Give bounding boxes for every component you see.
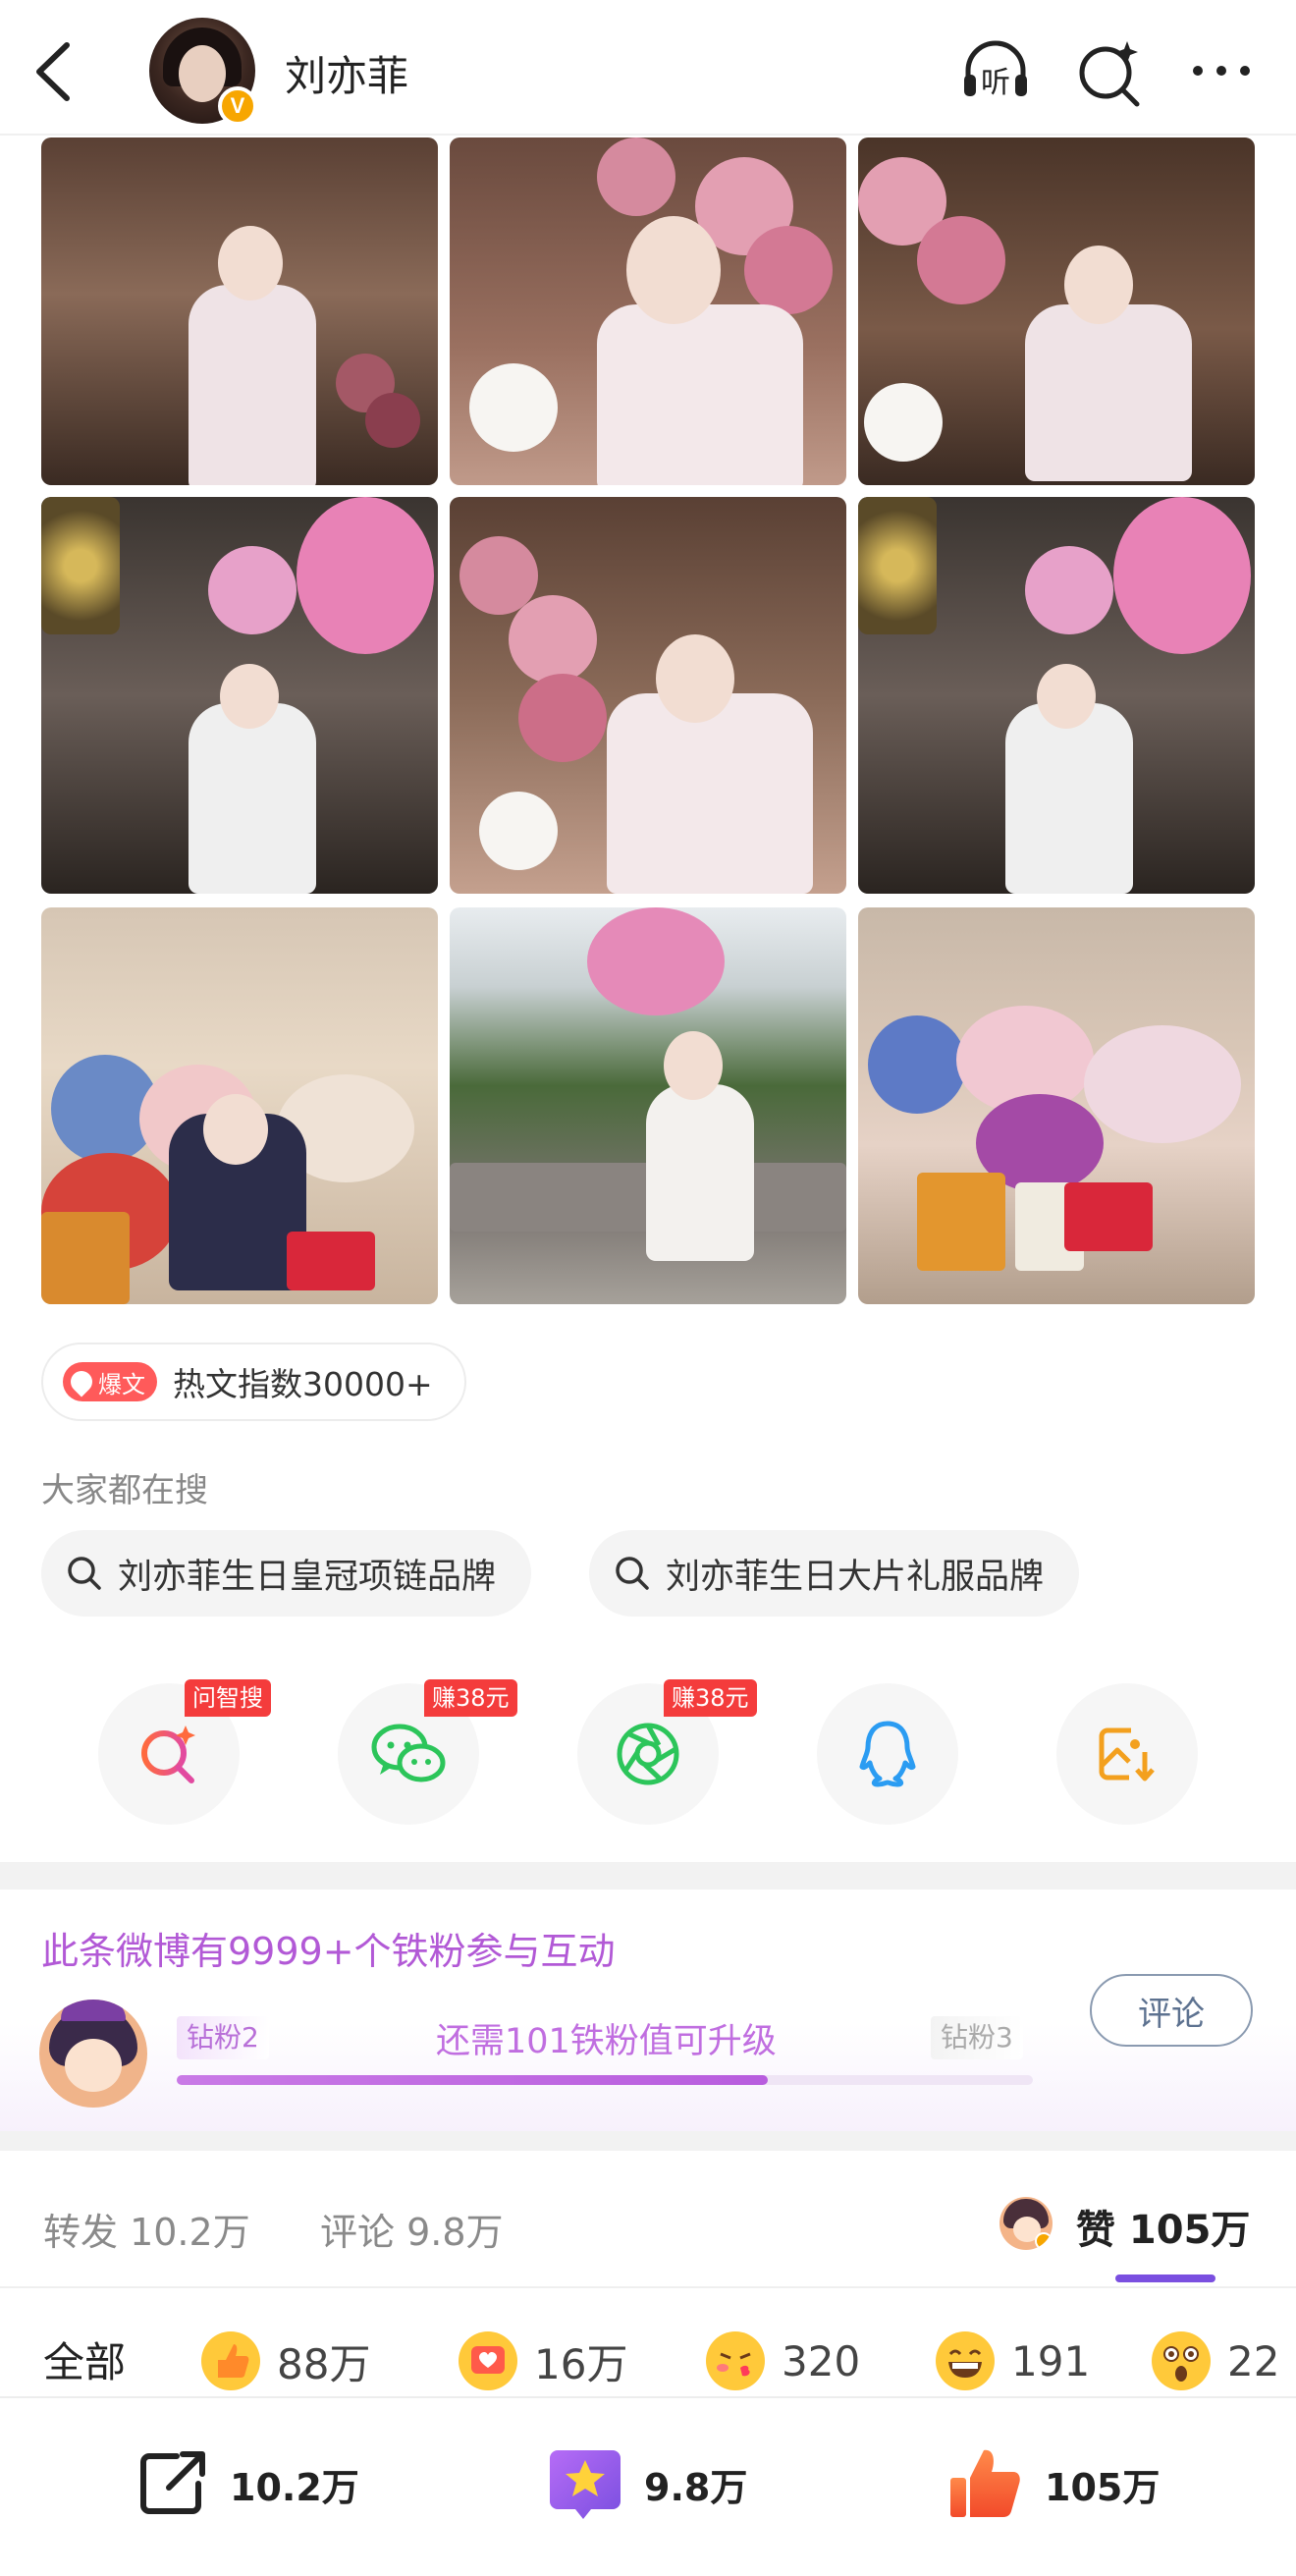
top-nav-bar: V 刘亦菲 听	[0, 0, 1296, 136]
reaction-count: 88万	[277, 2339, 371, 2388]
surprised-emoji-icon	[1152, 2331, 1211, 2390]
post-photo-7[interactable]	[41, 907, 438, 1304]
fan-level-progress	[177, 2075, 1033, 2085]
qq-icon	[859, 1721, 916, 1787]
search-icon	[616, 1557, 649, 1590]
like-tab[interactable]: 赞 105万	[1076, 2198, 1250, 2255]
reaction-kiss[interactable]: 320	[705, 2329, 860, 2392]
kiss-emoji-icon	[706, 2331, 765, 2390]
search-ai-icon	[141, 1726, 195, 1783]
comment-action-button[interactable]: 9.8万	[544, 2439, 747, 2528]
search-suggestion-1[interactable]: 刘亦菲生日皇冠项链品牌	[41, 1530, 532, 1617]
heart-emoji-icon	[459, 2331, 517, 2390]
share-tag: 赚38元	[424, 1679, 517, 1717]
post-photo-3[interactable]	[858, 137, 1255, 485]
post-photo-9[interactable]	[858, 907, 1255, 1304]
search-sparkle-icon[interactable]	[1072, 35, 1147, 110]
comment-button[interactable]: 评论	[1090, 1974, 1253, 2047]
thumbs-up-icon	[950, 2449, 1020, 2517]
search-suggestion-label: 刘亦菲生日大片礼服品牌	[666, 1557, 1045, 1597]
post-photo-6[interactable]	[858, 497, 1255, 894]
more-icon[interactable]	[1184, 35, 1259, 110]
trending-search-title: 大家都在搜	[41, 1471, 208, 1510]
share-arrow-icon	[140, 2451, 205, 2514]
fire-icon	[66, 1366, 97, 1398]
moments-icon	[617, 1723, 679, 1785]
post-photo-4[interactable]	[41, 497, 438, 894]
fan-avatar[interactable]	[39, 2000, 147, 2108]
repost-button[interactable]: 10.2万	[134, 2439, 359, 2528]
share-qq[interactable]	[817, 1683, 958, 1825]
comment-count: 9.8万	[644, 2465, 748, 2509]
save-image-icon	[1099, 1727, 1155, 1781]
comment-star-icon	[550, 2450, 621, 2519]
reaction-count: 22	[1227, 2336, 1280, 2385]
search-suggestion-label: 刘亦菲生日皇冠项链品牌	[118, 1557, 497, 1597]
grin-emoji-icon	[936, 2331, 995, 2390]
reaction-thumbs-up[interactable]: 88万	[200, 2329, 370, 2392]
wechat-icon	[371, 1724, 446, 1782]
hot-index-pill[interactable]: 爆文 热文指数30000+	[41, 1343, 466, 1421]
reaction-filter-row	[0, 2288, 1296, 2396]
hot-index-text: 热文指数30000+	[173, 1365, 433, 1403]
like-count: 105万	[1045, 2465, 1161, 2509]
post-photo-1[interactable]	[41, 137, 438, 485]
back-arrow-icon[interactable]	[29, 37, 79, 106]
post-photo-2[interactable]	[450, 137, 846, 485]
section-divider	[0, 1862, 1296, 1890]
reaction-count: 16万	[534, 2339, 628, 2388]
reaction-all[interactable]: 全部	[43, 2329, 126, 2389]
active-tab-indicator	[1115, 2275, 1215, 2282]
reaction-heart[interactable]: 16万	[458, 2329, 627, 2392]
svg-text:听: 听	[981, 66, 1010, 100]
fan-level-hint: 还需101铁粉值可升级	[436, 2022, 777, 2061]
reaction-surprised[interactable]: 22	[1151, 2329, 1279, 2392]
hot-badge: 爆文	[63, 1362, 157, 1401]
share-tag: 赚38元	[664, 1679, 757, 1717]
reaction-count: 320	[782, 2336, 861, 2385]
like-button[interactable]: 105万	[945, 2439, 1160, 2528]
author-name[interactable]: 刘亦菲	[285, 43, 408, 103]
fan-level-progress-fill	[177, 2075, 768, 2085]
search-suggestion-2[interactable]: 刘亦菲生日大片礼服品牌	[589, 1530, 1080, 1617]
repost-tab[interactable]: 转发 10.2万	[43, 2202, 250, 2256]
verified-badge: V	[218, 86, 257, 126]
section-divider	[0, 2131, 1296, 2151]
thumbs-up-emoji-icon	[201, 2331, 260, 2390]
reaction-count: 191	[1011, 2336, 1091, 2385]
share-save-image[interactable]	[1056, 1683, 1198, 1825]
author-avatar[interactable]: V	[149, 18, 257, 126]
reaction-grin[interactable]: 191	[935, 2329, 1090, 2392]
hot-badge-label: 爆文	[98, 1370, 145, 1398]
share-tag: 问智搜	[185, 1679, 271, 1717]
post-photo-8[interactable]	[450, 907, 846, 1304]
search-icon	[68, 1557, 101, 1590]
repost-count: 10.2万	[230, 2465, 359, 2509]
comment-tab[interactable]: 评论 9.8万	[320, 2202, 504, 2256]
listen-icon[interactable]: 听	[958, 35, 1033, 110]
fans-interaction-title[interactable]: 此条微博有9999+个铁粉参与互动	[41, 1921, 616, 1975]
post-photo-5[interactable]	[450, 497, 846, 894]
current-fan-level: 钻粉2	[177, 2016, 269, 2059]
next-fan-level: 钻粉3	[931, 2016, 1023, 2059]
liker-avatar	[999, 2197, 1053, 2250]
